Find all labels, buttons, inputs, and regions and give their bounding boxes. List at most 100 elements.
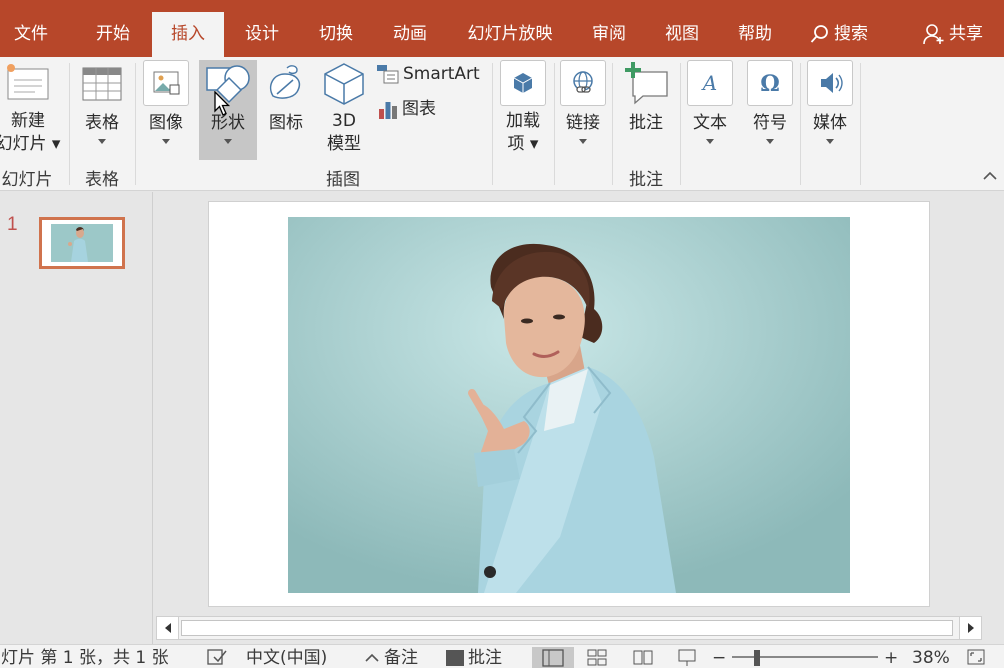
normal-view-icon (542, 649, 564, 667)
addins-icon (500, 60, 546, 106)
group-divider (492, 63, 493, 185)
new-comment-button[interactable]: 批注 (618, 60, 674, 135)
smartart-button[interactable]: SmartArt (376, 63, 480, 87)
chart-button[interactable]: 图表 (378, 94, 436, 119)
group-divider (612, 63, 613, 185)
collapse-ribbon-icon[interactable] (983, 171, 997, 181)
group-label-slides: 幻灯片 (1, 170, 53, 190)
book-icon (633, 650, 653, 665)
normal-view-button[interactable] (532, 647, 574, 668)
group-divider (860, 63, 861, 185)
group-divider (69, 63, 70, 185)
smartart-label: SmartArt (403, 64, 480, 84)
tab-design[interactable]: 设计 (230, 12, 294, 57)
share-button[interactable]: 共享 (914, 12, 992, 57)
reading-view-button[interactable] (632, 647, 654, 668)
chevron-down-icon (826, 139, 834, 144)
search-label: 搜索 (834, 24, 868, 44)
group-label-illustrations: 插图 (326, 170, 360, 190)
slide-number: 1 (7, 214, 18, 235)
status-bar: 幻灯片 第 1 张，共 1 张 中文(中国) 备注 批注 − + 38% (0, 644, 1004, 668)
text-button[interactable]: A 文本 (685, 60, 735, 144)
zoom-level[interactable]: 38% (912, 647, 950, 668)
cube-icon (321, 60, 367, 106)
tab-home[interactable]: 开始 (80, 12, 146, 57)
horizontal-scrollbar[interactable] (156, 616, 982, 640)
tab-help[interactable]: 帮助 (725, 12, 785, 57)
grid-view-icon (587, 649, 607, 666)
new-slide-label-2: 幻灯片 ▾ (0, 134, 61, 154)
chevron-down-icon (162, 139, 170, 144)
notes-button[interactable]: 备注 (364, 647, 418, 668)
language-status[interactable]: 中文(中国) (246, 647, 327, 668)
3d-models-label-2: 模型 (327, 134, 361, 154)
slides-thumbnail-pane: 1 (0, 192, 153, 644)
ribbon-panel: 新建 幻灯片 ▾ 幻灯片 表格 表格 图像 形状 图标 3D 模型 SmartA… (0, 57, 1004, 191)
tab-animations[interactable]: 动画 (378, 12, 442, 57)
chevron-down-icon (579, 139, 587, 144)
new-slide-label-1: 新建 (11, 111, 45, 131)
3d-models-label-1: 3D (332, 111, 356, 131)
scroll-right-button[interactable] (959, 617, 981, 639)
tab-file[interactable]: 文件 (0, 12, 62, 57)
links-button[interactable]: 链接 (558, 60, 608, 144)
media-label: 媒体 (813, 113, 847, 133)
scroll-left-button[interactable] (157, 617, 179, 639)
table-button[interactable]: 表格 (74, 60, 130, 144)
tab-transitions[interactable]: 切换 (304, 12, 368, 57)
slide-sorter-view-button[interactable] (586, 647, 608, 668)
svg-text:Ω: Ω (760, 71, 780, 97)
mouse-pointer-icon (214, 91, 231, 116)
table-label: 表格 (85, 113, 119, 133)
addins-button[interactable]: 加载 项 ▾ (498, 60, 548, 156)
spellcheck-icon[interactable] (206, 647, 228, 668)
speaker-icon (807, 60, 853, 106)
links-label: 链接 (566, 113, 600, 133)
chevron-down-icon (98, 139, 106, 144)
projector-screen-icon (678, 649, 696, 666)
zoom-in-button[interactable]: + (884, 647, 898, 668)
svg-text:A: A (701, 71, 717, 95)
share-label: 共享 (949, 24, 983, 44)
addins-label-1: 加载 (506, 111, 540, 131)
tab-review[interactable]: 审阅 (580, 12, 638, 57)
woman-photo-illustration (288, 217, 850, 593)
comments-button[interactable]: 批注 (446, 647, 502, 668)
scrollbar-thumb[interactable] (181, 620, 953, 636)
symbols-button[interactable]: Ω 符号 (745, 60, 795, 144)
fit-to-window-button[interactable] (966, 647, 986, 668)
search-icon (810, 25, 828, 43)
slide-picture[interactable] (288, 217, 850, 593)
symbols-label: 符号 (753, 113, 787, 133)
images-button[interactable]: 图像 (140, 60, 192, 144)
slide-thumbnail[interactable] (39, 217, 125, 269)
icons-button[interactable]: 图标 (261, 60, 311, 135)
zoom-out-button[interactable]: − (712, 647, 726, 668)
slide-count-status: 幻灯片 第 1 张，共 1 张 (0, 648, 169, 668)
new-slide-button[interactable]: 新建 幻灯片 ▾ (0, 60, 68, 156)
search-box[interactable]: 搜索 (800, 12, 878, 57)
new-slide-icon (5, 60, 51, 106)
icons-label: 图标 (269, 113, 303, 133)
arrow-right-icon (968, 623, 974, 633)
chart-label: 图表 (402, 99, 436, 119)
tab-view[interactable]: 视图 (652, 12, 712, 57)
ribbon-tab-bar: 文件 开始 插入 设计 切换 动画 幻灯片放映 审阅 视图 帮助 搜索 共享 (0, 0, 1004, 57)
text-icon: A (687, 60, 733, 106)
chevron-down-icon (706, 139, 714, 144)
zoom-slider-thumb[interactable] (754, 650, 760, 666)
slideshow-view-button[interactable] (676, 647, 698, 668)
addins-label-2: 项 ▾ (507, 134, 539, 154)
slide-editor (154, 192, 1004, 616)
images-label: 图像 (149, 113, 183, 133)
group-divider (680, 63, 681, 185)
media-button[interactable]: 媒体 (805, 60, 855, 144)
3d-models-button[interactable]: 3D 模型 (318, 60, 370, 156)
current-slide[interactable] (208, 201, 930, 607)
tab-slideshow[interactable]: 幻灯片放映 (455, 12, 565, 57)
group-label-tables: 表格 (85, 170, 119, 190)
group-divider (554, 63, 555, 185)
icons-icon (263, 60, 309, 106)
comment-label: 批注 (629, 113, 663, 133)
tab-insert[interactable]: 插入 (152, 12, 224, 57)
